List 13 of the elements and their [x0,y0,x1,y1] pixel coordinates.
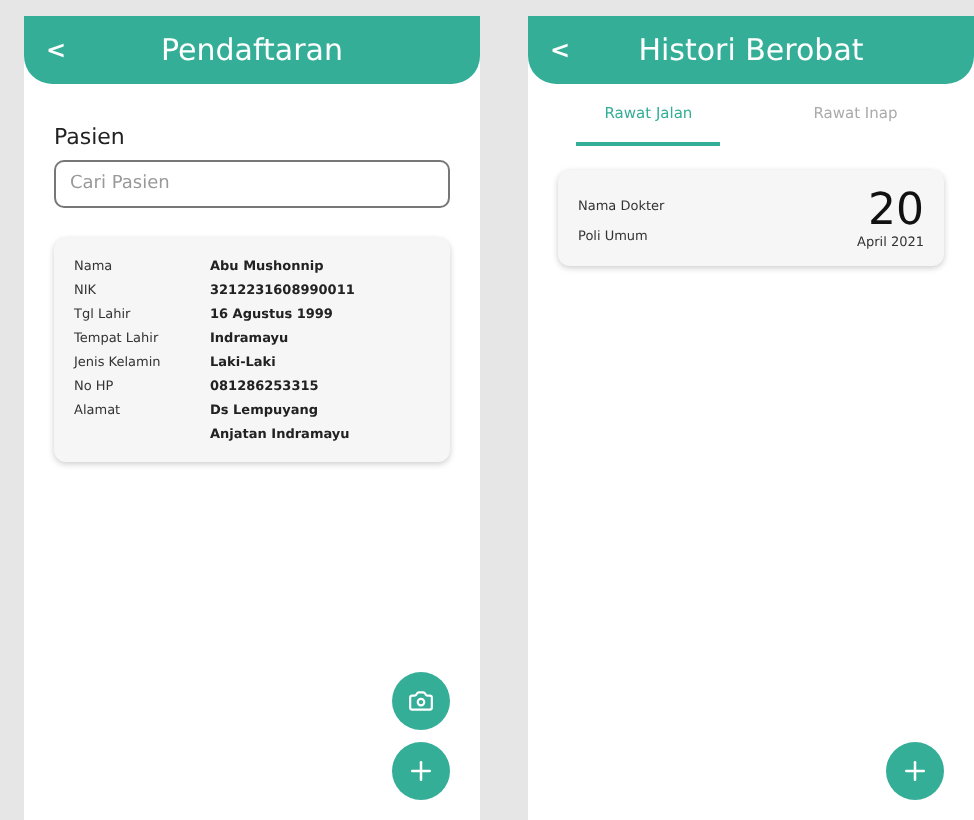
add-button[interactable] [886,742,944,800]
plus-icon [900,756,930,786]
add-button[interactable] [392,742,450,800]
screen-title: Histori Berobat [638,32,864,68]
search-field[interactable]: Cari Pasien [54,160,450,208]
camera-button[interactable] [392,672,450,730]
camera-icon [408,688,434,714]
screen-title: Pendaftaran [161,32,343,68]
field-label: Pasien [54,124,127,150]
plus-icon [406,756,436,786]
back-button[interactable]: < [46,36,67,64]
visit-day: 20 [868,190,924,234]
back-button[interactable]: < [550,36,571,64]
